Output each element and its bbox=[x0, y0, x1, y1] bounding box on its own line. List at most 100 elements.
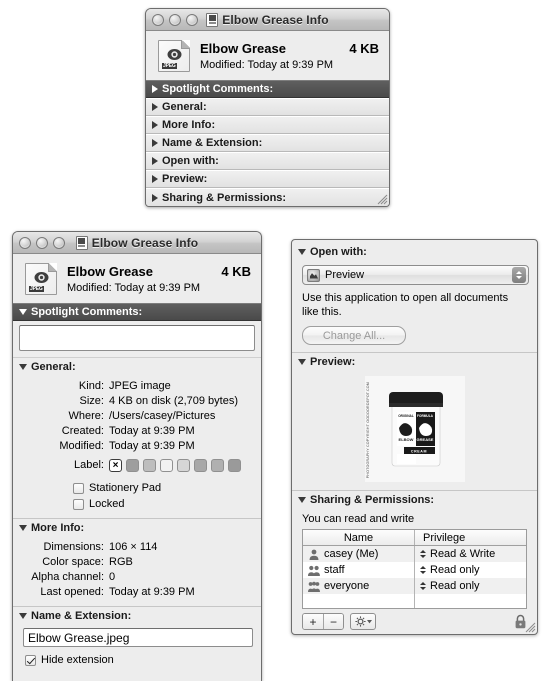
section-sharing-permissions[interactable]: Sharing & Permissions: bbox=[292, 490, 537, 508]
section-name-extension[interactable]: Name & Extension: bbox=[146, 134, 389, 152]
disclosure-triangle-icon[interactable] bbox=[298, 249, 306, 255]
hide-extension-checkbox[interactable] bbox=[25, 654, 36, 666]
hide-extension-checkbox-row[interactable]: Hide extension bbox=[13, 652, 261, 668]
table-row[interactable]: staff Read only bbox=[303, 562, 526, 578]
label-swatch-1[interactable] bbox=[126, 459, 139, 472]
disclosure-triangle-icon[interactable] bbox=[152, 85, 158, 93]
row-key: Label: bbox=[74, 459, 104, 471]
disclosure-triangle-icon[interactable] bbox=[298, 358, 306, 365]
locked-checkbox[interactable] bbox=[73, 498, 84, 510]
column-header-privilege: Privilege bbox=[423, 531, 466, 544]
change-all-button[interactable]: Change All... bbox=[302, 326, 406, 345]
stationery-pad-checkbox[interactable] bbox=[73, 482, 84, 494]
section-preview[interactable]: Preview: bbox=[292, 352, 537, 370]
locked-checkbox-row[interactable]: Locked bbox=[73, 496, 261, 512]
label-swatch-2[interactable] bbox=[143, 459, 156, 472]
permission-privilege-cell[interactable]: Read & Write bbox=[415, 546, 526, 562]
label-swatch-6[interactable] bbox=[211, 459, 224, 472]
label-swatch-3[interactable] bbox=[160, 459, 173, 472]
window-title: Elbow Grease Info bbox=[222, 12, 329, 27]
stepper-icon[interactable] bbox=[420, 581, 426, 592]
label-swatch-none[interactable]: × bbox=[109, 459, 122, 472]
titlebar[interactable]: Elbow Grease Info bbox=[13, 232, 261, 254]
disclosure-triangle-icon[interactable] bbox=[152, 175, 158, 183]
zoom-button[interactable] bbox=[53, 236, 65, 249]
resize-grip[interactable] bbox=[523, 620, 536, 633]
disclosure-triangle-icon[interactable] bbox=[19, 612, 27, 619]
remove-user-button[interactable]: − bbox=[323, 614, 343, 629]
file-size: 4 KB bbox=[221, 264, 251, 279]
section-open-with[interactable]: Open with: bbox=[292, 243, 537, 261]
disclosure-triangle-icon[interactable] bbox=[152, 121, 158, 129]
label-swatch-5[interactable] bbox=[194, 459, 207, 472]
open-with-popup-button[interactable]: Preview bbox=[302, 265, 529, 285]
section-open-with[interactable]: Open with: bbox=[146, 152, 389, 170]
permission-user-name: everyone bbox=[324, 580, 370, 592]
svg-text:FORMULA: FORMULA bbox=[417, 414, 434, 418]
titlebar[interactable]: Elbow Grease Info bbox=[146, 9, 389, 31]
permissions-table[interactable]: Name Privilege casey (Me) Read & Write s… bbox=[302, 529, 527, 609]
more-info-row-color-space: Color space: RGB bbox=[13, 555, 261, 570]
window-controls[interactable] bbox=[152, 13, 198, 26]
info-window-right-sections[interactable]: Open with: Preview Use this application … bbox=[291, 239, 538, 635]
spotlight-comments-input[interactable] bbox=[19, 325, 255, 351]
row-key: Where: bbox=[68, 410, 104, 422]
file-modified-date: Modified: Today at 9:39 PM bbox=[200, 59, 334, 71]
action-menu-button[interactable] bbox=[350, 613, 376, 630]
file-header: JPEG Elbow Grease Modified: Today at 9:3… bbox=[146, 31, 389, 80]
more-info-row-dimensions: Dimensions: 106 × 114 bbox=[13, 540, 261, 555]
jpeg-document-icon[interactable]: JPEG bbox=[158, 40, 190, 72]
table-row[interactable]: everyone Read only bbox=[303, 578, 526, 594]
row-key: Color space: bbox=[42, 556, 104, 568]
permissions-toolbar[interactable]: + − bbox=[292, 609, 537, 634]
info-window-collapsed[interactable]: Elbow Grease Info JPEG Elbow Grease Modi… bbox=[145, 8, 390, 207]
permission-privilege-cell[interactable]: Read only bbox=[415, 562, 526, 578]
disclosure-triangle-icon[interactable] bbox=[19, 363, 27, 370]
row-value: Today at 9:39 PM bbox=[109, 440, 195, 452]
section-sharing-permissions[interactable]: Sharing & Permissions: bbox=[146, 188, 389, 206]
close-button[interactable] bbox=[152, 13, 164, 26]
file-header: JPEG Elbow Grease Modified: Today at 9:3… bbox=[13, 254, 261, 303]
filename-input[interactable]: Elbow Grease.jpeg bbox=[23, 628, 253, 647]
section-general[interactable]: General: bbox=[13, 357, 261, 375]
zoom-button[interactable] bbox=[186, 13, 198, 26]
disclosure-triangle-icon[interactable] bbox=[152, 139, 158, 147]
jpeg-document-icon[interactable]: JPEG bbox=[25, 263, 57, 295]
disclosure-triangle-icon[interactable] bbox=[152, 193, 158, 202]
section-more-info[interactable]: More Info: bbox=[146, 116, 389, 134]
info-window-expanded[interactable]: Elbow Grease Info JPEG Elbow Grease Modi… bbox=[12, 231, 262, 681]
disclosure-triangle-icon[interactable] bbox=[298, 496, 306, 503]
permission-user-cell[interactable]: casey (Me) bbox=[303, 546, 415, 562]
label-swatch-4[interactable] bbox=[177, 459, 190, 472]
window-controls[interactable] bbox=[19, 236, 65, 249]
stepper-icon[interactable] bbox=[420, 549, 426, 560]
svg-text:ORIGINAL: ORIGINAL bbox=[398, 414, 414, 418]
minimize-button[interactable] bbox=[169, 13, 181, 26]
close-button[interactable] bbox=[19, 236, 31, 249]
chevron-updown-icon[interactable] bbox=[512, 267, 526, 283]
section-preview[interactable]: Preview: bbox=[146, 170, 389, 188]
table-row[interactable]: casey (Me) Read & Write bbox=[303, 546, 526, 562]
section-more-info[interactable]: More Info: bbox=[13, 518, 261, 536]
add-user-button[interactable]: + bbox=[303, 614, 323, 629]
permission-user-cell[interactable]: everyone bbox=[303, 578, 415, 594]
label-swatch-group[interactable]: × bbox=[109, 459, 253, 472]
disclosure-triangle-icon[interactable] bbox=[19, 309, 27, 315]
label-swatch-7[interactable] bbox=[228, 459, 241, 472]
locked-label: Locked bbox=[89, 498, 125, 510]
resize-grip[interactable] bbox=[375, 192, 388, 205]
disclosure-triangle-icon[interactable] bbox=[152, 103, 158, 111]
stepper-icon[interactable] bbox=[420, 565, 426, 576]
add-remove-segmented-control[interactable]: + − bbox=[302, 613, 344, 630]
disclosure-triangle-icon[interactable] bbox=[19, 524, 27, 531]
permission-user-cell[interactable]: staff bbox=[303, 562, 415, 578]
section-name-extension[interactable]: Name & Extension: bbox=[13, 606, 261, 624]
disclosure-triangle-icon[interactable] bbox=[152, 157, 158, 165]
stationery-pad-checkbox-row[interactable]: Stationery Pad bbox=[73, 480, 261, 496]
section-spotlight-comments[interactable]: Spotlight Comments: bbox=[146, 80, 389, 98]
table-header: Name Privilege bbox=[303, 530, 526, 546]
permission-privilege-cell[interactable]: Read only bbox=[415, 578, 526, 594]
minimize-button[interactable] bbox=[36, 236, 48, 249]
section-spotlight-comments[interactable]: Spotlight Comments: bbox=[13, 303, 261, 321]
section-general[interactable]: General: bbox=[146, 98, 389, 116]
